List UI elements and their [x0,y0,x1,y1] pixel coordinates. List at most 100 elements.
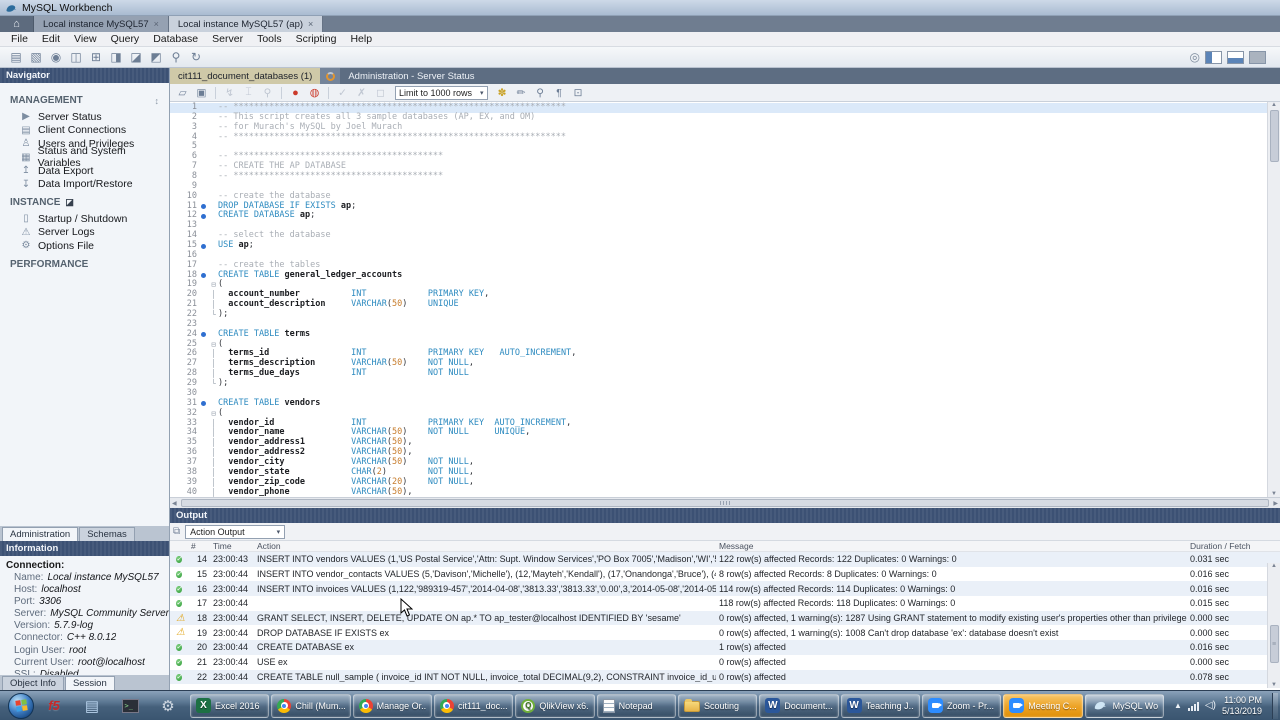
sidebar-item-status-and-system-variables[interactable]: ▦ Status and System Variables [8,145,169,169]
menu-item-tools[interactable]: Tools [250,33,289,45]
col-duration[interactable]: Duration / Fetch [1187,541,1265,551]
console-icon[interactable]: >_ [118,694,142,718]
menu-item-server[interactable]: Server [205,33,250,45]
sidebar-item-server-status[interactable]: ▶ Server Status [8,110,169,124]
commit-icon[interactable]: ✓ [334,87,351,99]
tray-expand-icon[interactable]: ▲ [1174,701,1182,710]
menu-item-scripting[interactable]: Scripting [289,33,344,45]
fold-marker-icon[interactable]: ⊟ [209,280,218,290]
network-computer-icon[interactable]: ▤ [80,694,104,718]
output-row[interactable]: ⚠ 18 23:00:44 GRANT SELECT, INSERT, DELETE,… [170,610,1280,626]
scroll-up-icon[interactable]: ▲ [1271,563,1277,569]
fold-marker-icon[interactable]: ⊟ [209,409,218,419]
taskbar-button-manage-or-[interactable]: Manage Or... [352,693,432,718]
stop-on-error-icon[interactable]: ◍ [306,86,323,99]
taskbar-button-teaching-j-[interactable]: W Teaching J... [840,693,920,718]
scroll-down-icon[interactable]: ▼ [1271,491,1277,497]
editor-tab[interactable]: Administration - Server Status [340,68,482,84]
execute-current-icon[interactable]: ⌶ [240,86,257,99]
show-desktop-button[interactable] [1272,692,1278,719]
editor-horizontal-scrollbar[interactable]: ◀ ▶ [170,497,1280,508]
output-row[interactable]: ✓ 17 23:00:44 118 row(s) affected Records: … [170,596,1280,611]
col-message[interactable]: Message [716,541,1187,551]
sql-editor[interactable]: 1 -- ***********************************… [170,102,1280,497]
search-data-icon[interactable]: ⚲ [166,49,186,66]
sidebar-item-options-file[interactable]: ⚙ Options File [8,239,169,253]
open-file-icon[interactable]: ▱ [174,87,191,99]
taskbar-button-meeting-c-[interactable]: Meeting C... [1003,693,1083,718]
close-icon[interactable]: × [308,19,313,29]
menu-item-help[interactable]: Help [343,33,379,45]
create-view-icon[interactable]: ◨ [106,49,126,66]
tab-schemas[interactable]: Schemas [79,527,135,541]
output-row[interactable]: ✓ 15 23:00:44 INSERT INTO vendor_contacts V… [170,567,1280,582]
open-sql-script-icon[interactable]: ▧ [26,49,46,66]
find-icon[interactable]: ⚲ [532,87,549,99]
scroll-right-icon[interactable]: ▶ [1271,500,1280,507]
settings-gear-icon[interactable]: ⚙ [156,694,180,718]
output-row[interactable]: ✓ 16 23:00:44 INSERT INTO invoices VALUES (… [170,581,1280,597]
network-signal-icon[interactable] [1187,701,1199,711]
output-row[interactable]: ✓ 21 23:00:44 USE ex 0 row(s) affected 0.000 … [170,655,1280,670]
toggle-bottom-panel-button[interactable] [1227,50,1244,64]
tab-session[interactable]: Session [64,676,115,690]
output-row[interactable]: ⚠ 19 23:00:44 DROP DATABASE IF EXISTS ex 0 r… [170,625,1280,640]
explain-icon[interactable]: ⚲ [259,87,276,99]
taskbar-button-excel-2016[interactable]: X Excel 2016 [190,693,270,718]
close-icon[interactable]: × [154,19,159,29]
taskbar-button-zoom-pr-[interactable]: Zoom - Pr... [921,693,1002,718]
create-table-icon[interactable]: ⊞ [86,49,106,66]
connection-tab[interactable]: Local instance MySQL57 × [34,16,169,32]
menu-item-database[interactable]: Database [146,33,205,45]
taskbar-clock[interactable]: 11:00 PM 5/13/2019 [1222,695,1266,716]
new-query-tab-icon[interactable]: ▤ [6,49,26,66]
expand-collapse-icon[interactable]: ↕ [155,96,160,106]
taskbar-button-scouting[interactable]: Scouting [677,693,758,718]
menu-item-file[interactable]: File [4,33,35,45]
create-schema-icon[interactable]: ◫ [66,49,86,66]
speaker-icon[interactable]: ◁) [1205,700,1216,711]
scroll-up-icon[interactable]: ▲ [1271,102,1277,108]
code-area[interactable]: 1 -- ***********************************… [170,102,1267,497]
menu-item-view[interactable]: View [67,33,104,45]
taskbar-button-cit111-doc-[interactable]: cit111_doc... [433,693,514,718]
taskbar-button-mysql-wo-[interactable]: MySQL Wo... [1084,693,1164,718]
scrollbar-thumb[interactable]: ≡ [1269,625,1279,663]
scroll-down-icon[interactable]: ▼ [1271,682,1277,688]
output-row[interactable]: ✓ 20 23:00:44 CREATE DATABASE ex 1 row(s) af… [170,640,1280,655]
output-row[interactable]: ✓ 14 23:00:43 INSERT INTO vendors VALUES (1… [170,552,1280,567]
fold-marker-icon[interactable]: ⊟ [209,340,218,350]
output-vertical-scrollbar[interactable]: ▲ ≡ ▼ [1267,563,1280,688]
home-tab[interactable]: ⌂ [0,16,34,32]
stop-icon[interactable]: ● [287,87,304,99]
editor-tab[interactable]: cit111_document_databases (1) [170,68,321,84]
inspector-icon[interactable]: ◉ [46,49,66,66]
output-view-select[interactable]: Action Output ▾ [185,524,286,539]
editor-vertical-scrollbar[interactable]: ▲ ▼ [1267,102,1280,497]
tab-object-info[interactable]: Object Info [2,676,64,690]
beautify-icon[interactable]: ✽ [494,87,511,99]
sidebar-item-startup-shutdown[interactable]: ▯ Startup / Shutdown [8,212,169,226]
reconnect-icon[interactable]: ↻ [186,49,206,66]
col-time[interactable]: Time [210,541,254,551]
wrap-text-icon[interactable]: ⊡ [570,87,587,99]
connection-tab[interactable]: Local instance MySQL57 (ap) × [168,16,324,32]
cleanup-icon[interactable]: ✏ [513,87,530,99]
rollback-icon[interactable]: ✗ [353,87,370,99]
toggle-left-sidebar-button[interactable] [1205,50,1222,64]
start-button[interactable] [8,692,34,719]
taskbar-button-chill-mum-[interactable]: Chill (Mum... [271,693,351,718]
scroll-left-icon[interactable]: ◀ [170,500,179,507]
col-action[interactable]: Action [254,541,716,551]
f5-icon[interactable]: f5 [42,694,66,718]
output-row[interactable]: ✓ 22 23:00:44 CREATE TABLE null_sample ( in… [170,669,1280,685]
save-icon[interactable]: ▣ [193,87,210,99]
col-index[interactable]: # [188,541,210,551]
sidebar-item-server-logs[interactable]: ⚠ Server Logs [8,226,169,240]
autocommit-icon[interactable]: ◻ [372,87,389,99]
preferences-icon[interactable]: ◎ [1190,50,1200,64]
sidebar-item-data-import-restore[interactable]: ↧ Data Import/Restore [8,178,169,192]
menu-item-edit[interactable]: Edit [35,33,67,45]
create-function-icon[interactable]: ◩ [146,49,166,66]
limit-rows-select[interactable]: Limit to 1000 rows ▾ [395,85,488,100]
